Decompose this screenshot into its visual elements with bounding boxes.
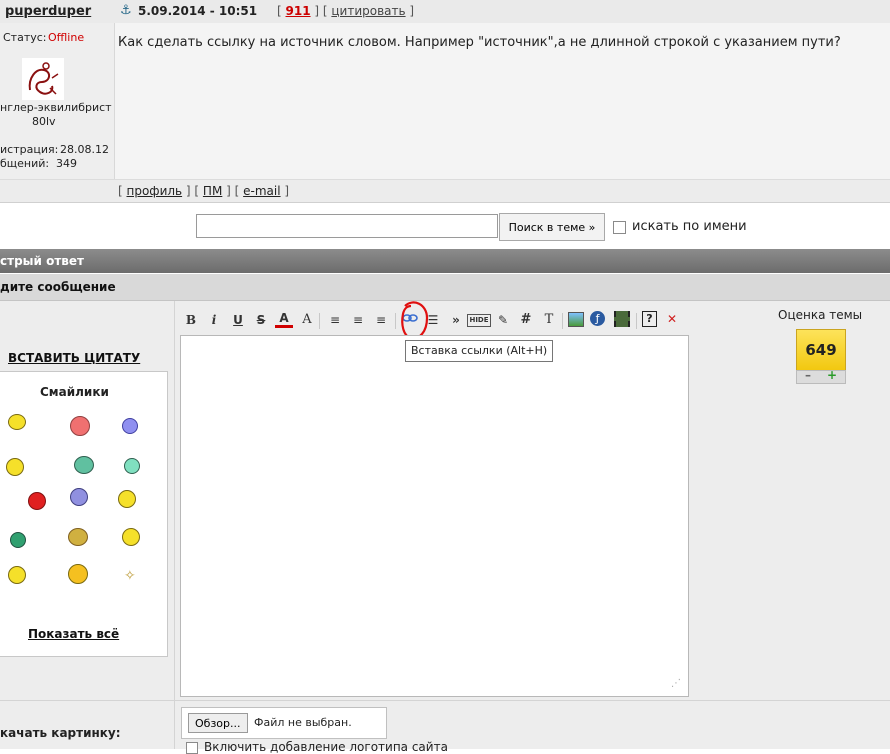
rating-controls: – + (796, 368, 846, 384)
smiley-dance-icon[interactable] (70, 488, 88, 506)
compose-header: дите сообщение (0, 274, 890, 301)
underline-button[interactable]: U (229, 311, 247, 329)
browse-button[interactable]: Обзор... (188, 713, 248, 733)
video-icon[interactable] (614, 311, 630, 327)
rating-value: 649 (796, 329, 846, 371)
logo-checkbox-label: Включить добавление логотипа сайта (204, 740, 448, 754)
font-color-button[interactable]: A (275, 311, 293, 328)
topic-search-input[interactable] (196, 214, 498, 238)
upload-label: качать картинку: (0, 726, 121, 740)
smiley-jump-icon[interactable] (122, 528, 140, 546)
status-label: Статус: (3, 31, 47, 44)
divider (0, 700, 890, 701)
post-date: 5.09.2014 - 10:51 (138, 4, 258, 18)
smiley-hat-icon[interactable] (68, 528, 88, 546)
smiley-gun-icon[interactable] (74, 456, 94, 474)
avatar (22, 58, 64, 100)
edit-pencil-icon[interactable]: ✎ (494, 311, 512, 329)
help-icon[interactable]: ? (642, 311, 657, 327)
topic-search-button[interactable]: Поиск в теме » (499, 213, 605, 241)
reg-label: истрация: (0, 143, 59, 156)
image-icon[interactable] (568, 312, 584, 327)
post-author-link[interactable]: puperduper (5, 4, 91, 19)
smiley-cool-icon[interactable] (8, 414, 26, 430)
rating-minus-button[interactable]: – (805, 368, 811, 382)
smiley-laugh-icon[interactable] (68, 564, 88, 584)
post-message: Как сделать ссылку на источник словом. Н… (118, 35, 841, 50)
align-left-button[interactable]: ≡ (326, 311, 344, 329)
smiley-guitar-icon[interactable] (118, 490, 136, 508)
user-panel: Статус: Offline нглер-эквилибрист 80lv и… (0, 23, 115, 179)
text-button[interactable]: T (540, 311, 558, 329)
anchor-icon[interactable]: ⚓ (120, 3, 132, 18)
user-level: 80lv (32, 115, 56, 128)
italic-button[interactable]: i (205, 311, 223, 329)
smiley-think-icon[interactable] (6, 458, 24, 476)
logo-checkbox[interactable] (186, 742, 198, 754)
toolbar-separator (636, 313, 637, 329)
hash-button[interactable]: # (517, 311, 535, 329)
compose-title: дите сообщение (0, 280, 116, 294)
bold-button[interactable]: B (182, 311, 200, 329)
smiley-happy-icon[interactable] (8, 566, 26, 584)
smiley-red-icon[interactable] (28, 492, 46, 510)
smiley-green-icon[interactable] (124, 458, 140, 474)
post-header: puperduper ⚓ 5.09.2014 - 10:51 [ 911 ] [… (0, 0, 890, 24)
link-tooltip: Вставка ссылки (Alt+H) (405, 340, 554, 362)
toolbar-separator (319, 313, 320, 329)
smiley-blue-icon[interactable] (122, 418, 138, 434)
quote-link[interactable]: цитировать (331, 4, 405, 18)
user-rank: нглер-эквилибрист (0, 101, 112, 114)
resize-grip-icon[interactable]: ⋰ (671, 678, 681, 689)
rating-label: Оценка темы (778, 308, 863, 322)
profile-link[interactable]: профиль (127, 184, 183, 198)
quick-reply-title: стрый ответ (0, 254, 84, 268)
smilies-panel: Смайлики ✧ Показать всё (0, 371, 168, 657)
posts-count: 349 (56, 157, 77, 170)
strikethrough-button[interactable]: S (252, 311, 270, 329)
posts-label: бщений: (0, 157, 50, 170)
email-link[interactable]: e-mail (243, 184, 280, 198)
no-file-label: Файл не выбран. (254, 716, 352, 729)
smiley-love-icon[interactable] (70, 416, 90, 436)
file-input[interactable]: Обзор... Файл не выбран. (181, 707, 387, 739)
rating-plus-button[interactable]: + (827, 368, 837, 382)
post-body: Как сделать ссылку на источник словом. Н… (115, 23, 890, 179)
divider (174, 301, 175, 749)
insert-quote-link[interactable]: ВСТАВИТЬ ЦИТАТУ (8, 351, 140, 365)
message-editor[interactable] (180, 335, 689, 697)
show-all-smilies-link[interactable]: Показать всё (28, 627, 119, 641)
post-number-link[interactable]: 911 (286, 4, 311, 18)
hide-button[interactable]: HIDE (467, 314, 491, 327)
post-footer: [ профиль ] [ ПМ ] [ e-mail ] (0, 179, 890, 203)
smiley-star-icon[interactable]: ✧ (124, 568, 136, 584)
smilies-title: Смайлики (40, 385, 109, 399)
search-by-name-label: искать по имени (632, 219, 747, 234)
post-actions: [ 911 ] [ цитировать ] (277, 4, 415, 18)
search-by-name-checkbox[interactable] (613, 221, 626, 234)
quote-button[interactable]: » (447, 311, 465, 329)
pm-link[interactable]: ПМ (203, 184, 222, 198)
smiley-sad-icon[interactable] (10, 532, 26, 548)
align-right-button[interactable]: ≡ (372, 311, 390, 329)
toolbar-separator (395, 313, 396, 329)
close-icon[interactable]: ✕ (667, 312, 677, 326)
font-size-button[interactable]: A (298, 311, 316, 329)
toolbar-separator (562, 313, 563, 329)
reg-date: 28.08.12 (60, 143, 109, 156)
footer-links: [ профиль ] [ ПМ ] [ e-mail ] (118, 184, 290, 198)
status-value: Offline (48, 31, 85, 44)
flash-icon[interactable]: ƒ (590, 311, 605, 326)
quick-reply-header: стрый ответ (0, 249, 890, 273)
align-center-button[interactable]: ≡ (349, 311, 367, 329)
